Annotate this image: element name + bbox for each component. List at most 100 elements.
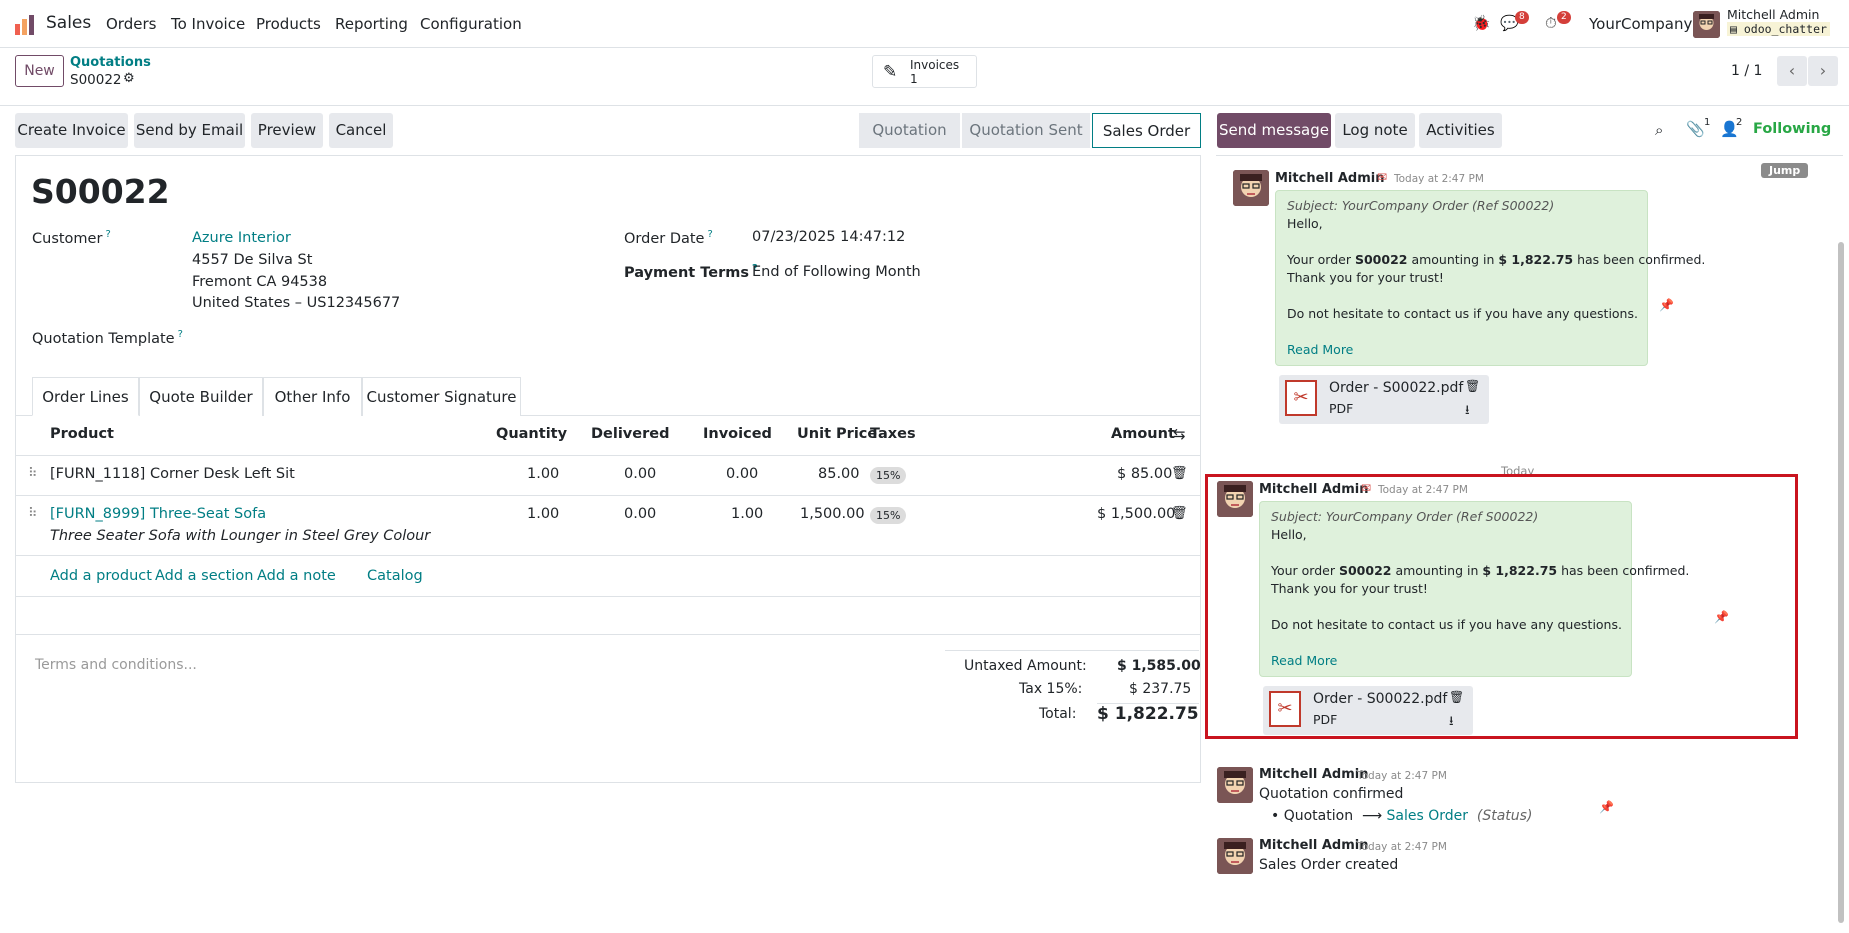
menu-configuration[interactable]: Configuration [420,15,522,33]
gear-icon[interactable]: ⚙ [123,71,135,86]
send-by-email-button[interactable]: Send by Email [134,113,245,148]
chatter-scrollbar[interactable] [1838,242,1844,923]
tab-customer-signature[interactable]: Customer Signature [362,377,521,416]
trash-icon[interactable]: 🗑 [1465,379,1480,393]
line-delivered[interactable]: 0.00 [624,506,656,522]
line-invoiced: 1.00 [731,506,764,522]
activities-button[interactable]: Activities [1419,113,1502,148]
line-tax-badge[interactable]: 15% [870,467,907,484]
user-name[interactable]: Mitchell Admin [1727,7,1819,22]
message-avatar[interactable] [1217,481,1253,517]
company-switcher[interactable]: YourCompany [1589,15,1692,33]
message-avatar[interactable] [1233,170,1269,206]
tab-other-info[interactable]: Other Info [263,377,362,416]
new-button[interactable]: New [15,55,64,87]
cancel-button[interactable]: Cancel [329,113,393,148]
attachment-type: PDF [1313,712,1338,727]
customer-link[interactable]: Azure Interior [192,230,291,246]
col-delivered[interactable]: Delivered [591,426,669,442]
search-icon[interactable]: ⌕ [1655,121,1663,139]
user-avatar[interactable] [1693,11,1720,38]
pager-prev-icon[interactable]: ‹ [1777,56,1807,86]
pager-value[interactable]: 1 / 1 [1731,63,1762,79]
sales-app-icon[interactable] [14,14,36,36]
trash-icon[interactable]: 🗑 [1171,466,1188,481]
pager-next-icon[interactable]: › [1808,56,1838,86]
read-more-link[interactable]: Read More [1287,342,1353,357]
col-invoiced[interactable]: Invoiced [703,426,772,442]
message-avatar[interactable] [1217,838,1253,874]
add-note-link[interactable]: Add a note [257,568,336,584]
row-divider [16,634,1200,635]
col-quantity[interactable]: Quantity [496,426,567,442]
col-taxes[interactable]: Taxes [870,426,916,442]
menu-reporting[interactable]: Reporting [335,15,408,33]
clock-icon[interactable]: ⏱ [1545,14,1557,32]
trash-icon[interactable]: 🗑 [1449,690,1464,704]
download-icon[interactable]: ⭳ [1449,712,1454,734]
preview-button[interactable]: Preview [251,113,323,148]
line-tax-badge[interactable]: 15% [870,507,907,524]
drag-handle-icon[interactable]: ⠷ [28,506,38,521]
message-author[interactable]: Mitchell Admin [1275,171,1384,186]
stage-quotation[interactable]: Quotation [859,113,960,148]
read-more-link[interactable]: Read More [1271,653,1337,668]
add-product-link[interactable]: Add a product [50,568,152,584]
line-quantity[interactable]: 1.00 [527,466,559,482]
line-delivered[interactable]: 0.00 [624,466,656,482]
message-author[interactable]: Mitchell Admin [1259,482,1368,497]
line-product[interactable]: [FURN_1118] Corner Desk Left Sit [50,466,295,482]
trash-icon[interactable]: 🗑 [1171,506,1188,521]
tab-order-lines[interactable]: Order Lines [32,377,139,416]
drag-handle-icon[interactable]: ⠷ [28,466,38,481]
message-body: Your order S00022 amounting in $ 1,822.7… [1271,563,1689,578]
terms-input[interactable]: Terms and conditions... [35,657,197,673]
attachment-card[interactable]: ✂ Order - S00022.pdf PDF 🗑 ⭳ [1279,375,1489,424]
help-icon[interactable]: ? [707,229,712,240]
following-button[interactable]: Following [1753,121,1831,137]
tab-quote-builder[interactable]: Quote Builder [139,377,263,416]
db-name: ▤ odoo_chatter [1727,22,1830,36]
catalog-link[interactable]: Catalog [367,568,423,584]
order-date-value[interactable]: 07/23/2025 14:47:12 [752,229,905,245]
paperclip-icon[interactable]: 📎 [1686,120,1705,138]
message-author[interactable]: Mitchell Admin [1259,838,1368,853]
add-section-link[interactable]: Add a section [155,568,253,584]
create-invoice-button[interactable]: Create Invoice [15,113,128,148]
message-avatar[interactable] [1217,767,1253,803]
line-quantity[interactable]: 1.00 [527,506,559,522]
line-product[interactable]: [FURN_8999] Three-Seat Sofa [50,506,266,522]
stage-quotation-sent[interactable]: Quotation Sent [962,113,1090,148]
line-unit-price[interactable]: 1,500.00 [800,506,865,522]
send-message-button[interactable]: Send message [1217,113,1331,148]
breadcrumb-quotations[interactable]: Quotations [70,55,151,70]
attachment-card[interactable]: ✂ Order - S00022.pdf PDF 🗑 ⭳ [1263,686,1473,735]
message-author[interactable]: Mitchell Admin [1259,767,1368,782]
download-icon[interactable]: ⭳ [1465,401,1470,423]
invoices-label: Invoices [910,58,960,72]
menu-orders[interactable]: Orders [106,15,156,33]
line-unit-price[interactable]: 85.00 [818,466,860,482]
column-settings-icon[interactable]: ⇆ [1173,425,1186,443]
message-bubble: Subject: YourCompany Order (Ref S00022) … [1275,190,1705,366]
jump-button[interactable]: Jump [1761,163,1809,178]
app-name[interactable]: Sales [46,13,91,33]
menu-products[interactable]: Products [256,15,321,33]
payment-terms-value[interactable]: End of Following Month [752,264,921,280]
pin-icon[interactable]: 📌 [1714,610,1729,624]
stage-sales-order[interactable]: Sales Order [1092,113,1201,148]
log-note-button[interactable]: Log note [1335,113,1415,148]
help-icon[interactable]: ? [178,329,183,340]
breadcrumb-current: S00022 [70,72,122,88]
message-greeting: Hello, [1271,527,1307,542]
invoices-smart-button[interactable]: ✎ Invoices 1 [872,55,977,88]
col-amount[interactable]: Amount [1111,426,1175,442]
pin-icon[interactable]: 📌 [1599,800,1614,814]
untaxed-label: Untaxed Amount: [964,658,1087,674]
menu-to-invoice[interactable]: To Invoice [171,15,245,33]
col-unit-price[interactable]: Unit Price [797,426,877,442]
bug-icon[interactable]: 🐞 [1472,14,1491,32]
pin-icon[interactable]: 📌 [1659,298,1674,312]
col-product[interactable]: Product [50,426,114,442]
help-icon[interactable]: ? [105,229,110,240]
